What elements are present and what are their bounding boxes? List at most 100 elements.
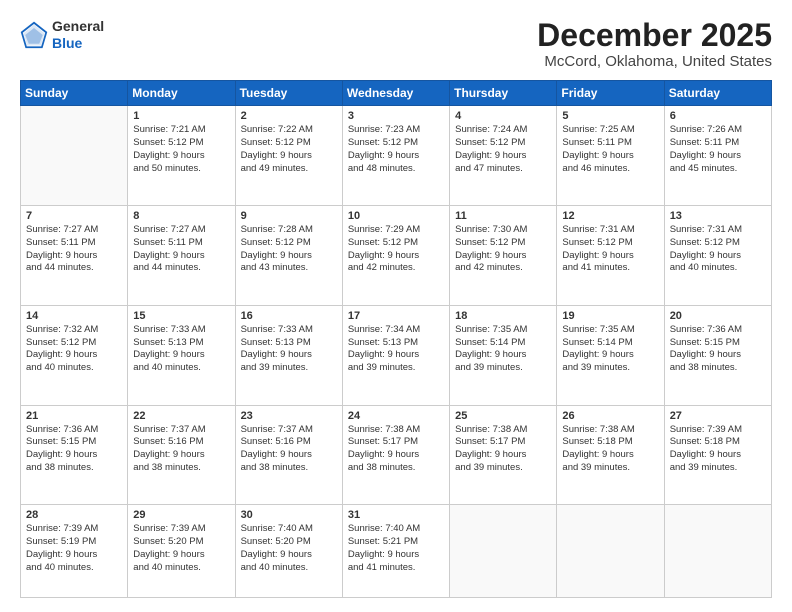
calendar-cell: 23 Sunrise: 7:37 AM Sunset: 5:16 PM Dayli… bbox=[235, 405, 342, 505]
day-info: Sunrise: 7:36 AM Sunset: 5:15 PM Dayligh… bbox=[26, 424, 122, 475]
day-info: Sunrise: 7:35 AM Sunset: 5:14 PM Dayligh… bbox=[562, 324, 658, 375]
day-number: 29 bbox=[133, 509, 229, 521]
weekday-saturday: Saturday bbox=[664, 81, 771, 106]
day-number: 21 bbox=[26, 410, 122, 422]
weekday-thursday: Thursday bbox=[450, 81, 557, 106]
logo: General Blue bbox=[20, 18, 104, 52]
calendar-table: SundayMondayTuesdayWednesdayThursdayFrid… bbox=[20, 80, 772, 598]
day-info: Sunrise: 7:31 AM Sunset: 5:12 PM Dayligh… bbox=[670, 224, 766, 275]
day-info: Sunrise: 7:30 AM Sunset: 5:12 PM Dayligh… bbox=[455, 224, 551, 275]
day-info: Sunrise: 7:33 AM Sunset: 5:13 PM Dayligh… bbox=[133, 324, 229, 375]
day-info: Sunrise: 7:27 AM Sunset: 5:11 PM Dayligh… bbox=[133, 224, 229, 275]
day-info: Sunrise: 7:38 AM Sunset: 5:17 PM Dayligh… bbox=[455, 424, 551, 475]
day-number: 6 bbox=[670, 110, 766, 122]
calendar-week-4: 21 Sunrise: 7:36 AM Sunset: 5:15 PM Dayli… bbox=[21, 405, 772, 505]
calendar-cell: 2Sunrise: 7:22 AM Sunset: 5:12 PM Daylig… bbox=[235, 106, 342, 206]
calendar-week-2: 7 Sunrise: 7:27 AM Sunset: 5:11 PM Daylig… bbox=[21, 205, 772, 305]
calendar-cell: 24 Sunrise: 7:38 AM Sunset: 5:17 PM Dayli… bbox=[342, 405, 449, 505]
calendar-cell: 25 Sunrise: 7:38 AM Sunset: 5:17 PM Dayli… bbox=[450, 405, 557, 505]
day-info: Sunrise: 7:24 AM Sunset: 5:12 PM Dayligh… bbox=[455, 124, 551, 175]
calendar-cell: 21 Sunrise: 7:36 AM Sunset: 5:15 PM Dayli… bbox=[21, 405, 128, 505]
day-number: 23 bbox=[241, 410, 337, 422]
calendar-cell bbox=[21, 106, 128, 206]
day-number: 25 bbox=[455, 410, 551, 422]
day-number: 19 bbox=[562, 310, 658, 322]
calendar-cell: 9Sunrise: 7:28 AM Sunset: 5:12 PM Daylig… bbox=[235, 205, 342, 305]
day-info: Sunrise: 7:23 AM Sunset: 5:12 PM Dayligh… bbox=[348, 124, 444, 175]
day-info: Sunrise: 7:21 AM Sunset: 5:12 PM Dayligh… bbox=[133, 124, 229, 175]
page: General Blue December 2025 McCord, Oklah… bbox=[0, 0, 792, 612]
day-number: 22 bbox=[133, 410, 229, 422]
weekday-monday: Monday bbox=[128, 81, 235, 106]
calendar-cell: 30Sunrise: 7:40 AM Sunset: 5:20 PM Dayli… bbox=[235, 505, 342, 598]
day-number: 18 bbox=[455, 310, 551, 322]
calendar-cell: 18 Sunrise: 7:35 AM Sunset: 5:14 PM Dayli… bbox=[450, 305, 557, 405]
day-info: Sunrise: 7:25 AM Sunset: 5:11 PM Dayligh… bbox=[562, 124, 658, 175]
day-info: Sunrise: 7:37 AM Sunset: 5:16 PM Dayligh… bbox=[133, 424, 229, 475]
day-info: Sunrise: 7:34 AM Sunset: 5:13 PM Dayligh… bbox=[348, 324, 444, 375]
calendar-cell: 16 Sunrise: 7:33 AM Sunset: 5:13 PM Dayli… bbox=[235, 305, 342, 405]
day-number: 10 bbox=[348, 210, 444, 222]
month-title: December 2025 bbox=[537, 18, 772, 53]
day-number: 28 bbox=[26, 509, 122, 521]
day-info: Sunrise: 7:33 AM Sunset: 5:13 PM Dayligh… bbox=[241, 324, 337, 375]
day-number: 16 bbox=[241, 310, 337, 322]
calendar-cell: 26 Sunrise: 7:38 AM Sunset: 5:18 PM Dayli… bbox=[557, 405, 664, 505]
day-info: Sunrise: 7:35 AM Sunset: 5:14 PM Dayligh… bbox=[455, 324, 551, 375]
calendar-week-1: 1 Sunrise: 7:21 AM Sunset: 5:12 PM Daylig… bbox=[21, 106, 772, 206]
calendar-cell: 5 Sunrise: 7:25 AM Sunset: 5:11 PM Daylig… bbox=[557, 106, 664, 206]
calendar-cell bbox=[450, 505, 557, 598]
weekday-wednesday: Wednesday bbox=[342, 81, 449, 106]
day-info: Sunrise: 7:37 AM Sunset: 5:16 PM Dayligh… bbox=[241, 424, 337, 475]
calendar-cell: 31 Sunrise: 7:40 AM Sunset: 5:21 PM Dayli… bbox=[342, 505, 449, 598]
calendar-cell: 12 Sunrise: 7:31 AM Sunset: 5:12 PM Dayli… bbox=[557, 205, 664, 305]
day-info: Sunrise: 7:32 AM Sunset: 5:12 PM Dayligh… bbox=[26, 324, 122, 375]
day-info: Sunrise: 7:29 AM Sunset: 5:12 PM Dayligh… bbox=[348, 224, 444, 275]
calendar-cell: 6 Sunrise: 7:26 AM Sunset: 5:11 PM Daylig… bbox=[664, 106, 771, 206]
day-number: 9 bbox=[241, 210, 337, 222]
day-info: Sunrise: 7:38 AM Sunset: 5:17 PM Dayligh… bbox=[348, 424, 444, 475]
day-number: 26 bbox=[562, 410, 658, 422]
calendar-cell: 29 Sunrise: 7:39 AM Sunset: 5:20 PM Dayli… bbox=[128, 505, 235, 598]
calendar-cell: 27Sunrise: 7:39 AM Sunset: 5:18 PM Dayli… bbox=[664, 405, 771, 505]
calendar-cell: 22 Sunrise: 7:37 AM Sunset: 5:16 PM Dayli… bbox=[128, 405, 235, 505]
day-info: Sunrise: 7:40 AM Sunset: 5:21 PM Dayligh… bbox=[348, 523, 444, 574]
weekday-tuesday: Tuesday bbox=[235, 81, 342, 106]
calendar-week-5: 28 Sunrise: 7:39 AM Sunset: 5:19 PM Dayli… bbox=[21, 505, 772, 598]
calendar-cell: 8Sunrise: 7:27 AM Sunset: 5:11 PM Daylig… bbox=[128, 205, 235, 305]
day-info: Sunrise: 7:40 AM Sunset: 5:20 PM Dayligh… bbox=[241, 523, 337, 574]
day-info: Sunrise: 7:27 AM Sunset: 5:11 PM Dayligh… bbox=[26, 224, 122, 275]
day-number: 5 bbox=[562, 110, 658, 122]
day-number: 15 bbox=[133, 310, 229, 322]
day-number: 14 bbox=[26, 310, 122, 322]
calendar-cell: 14 Sunrise: 7:32 AM Sunset: 5:12 PM Dayli… bbox=[21, 305, 128, 405]
calendar-cell: 20Sunrise: 7:36 AM Sunset: 5:15 PM Dayli… bbox=[664, 305, 771, 405]
weekday-friday: Friday bbox=[557, 81, 664, 106]
day-info: Sunrise: 7:38 AM Sunset: 5:18 PM Dayligh… bbox=[562, 424, 658, 475]
calendar-cell: 28 Sunrise: 7:39 AM Sunset: 5:19 PM Dayli… bbox=[21, 505, 128, 598]
calendar-cell bbox=[557, 505, 664, 598]
day-info: Sunrise: 7:39 AM Sunset: 5:20 PM Dayligh… bbox=[133, 523, 229, 574]
calendar-cell: 4 Sunrise: 7:24 AM Sunset: 5:12 PM Daylig… bbox=[450, 106, 557, 206]
day-number: 20 bbox=[670, 310, 766, 322]
day-number: 2 bbox=[241, 110, 337, 122]
calendar-cell: 19 Sunrise: 7:35 AM Sunset: 5:14 PM Dayli… bbox=[557, 305, 664, 405]
day-number: 1 bbox=[133, 110, 229, 122]
calendar-cell: 3Sunrise: 7:23 AM Sunset: 5:12 PM Daylig… bbox=[342, 106, 449, 206]
day-number: 12 bbox=[562, 210, 658, 222]
calendar-week-3: 14 Sunrise: 7:32 AM Sunset: 5:12 PM Dayli… bbox=[21, 305, 772, 405]
day-number: 31 bbox=[348, 509, 444, 521]
day-number: 24 bbox=[348, 410, 444, 422]
weekday-sunday: Sunday bbox=[21, 81, 128, 106]
day-number: 4 bbox=[455, 110, 551, 122]
calendar-cell: 1 Sunrise: 7:21 AM Sunset: 5:12 PM Daylig… bbox=[128, 106, 235, 206]
logo-icon bbox=[20, 21, 48, 49]
calendar-cell bbox=[664, 505, 771, 598]
day-info: Sunrise: 7:31 AM Sunset: 5:12 PM Dayligh… bbox=[562, 224, 658, 275]
day-info: Sunrise: 7:39 AM Sunset: 5:19 PM Dayligh… bbox=[26, 523, 122, 574]
location-title: McCord, Oklahoma, United States bbox=[537, 53, 772, 70]
day-number: 27 bbox=[670, 410, 766, 422]
day-info: Sunrise: 7:26 AM Sunset: 5:11 PM Dayligh… bbox=[670, 124, 766, 175]
day-number: 13 bbox=[670, 210, 766, 222]
day-number: 7 bbox=[26, 210, 122, 222]
